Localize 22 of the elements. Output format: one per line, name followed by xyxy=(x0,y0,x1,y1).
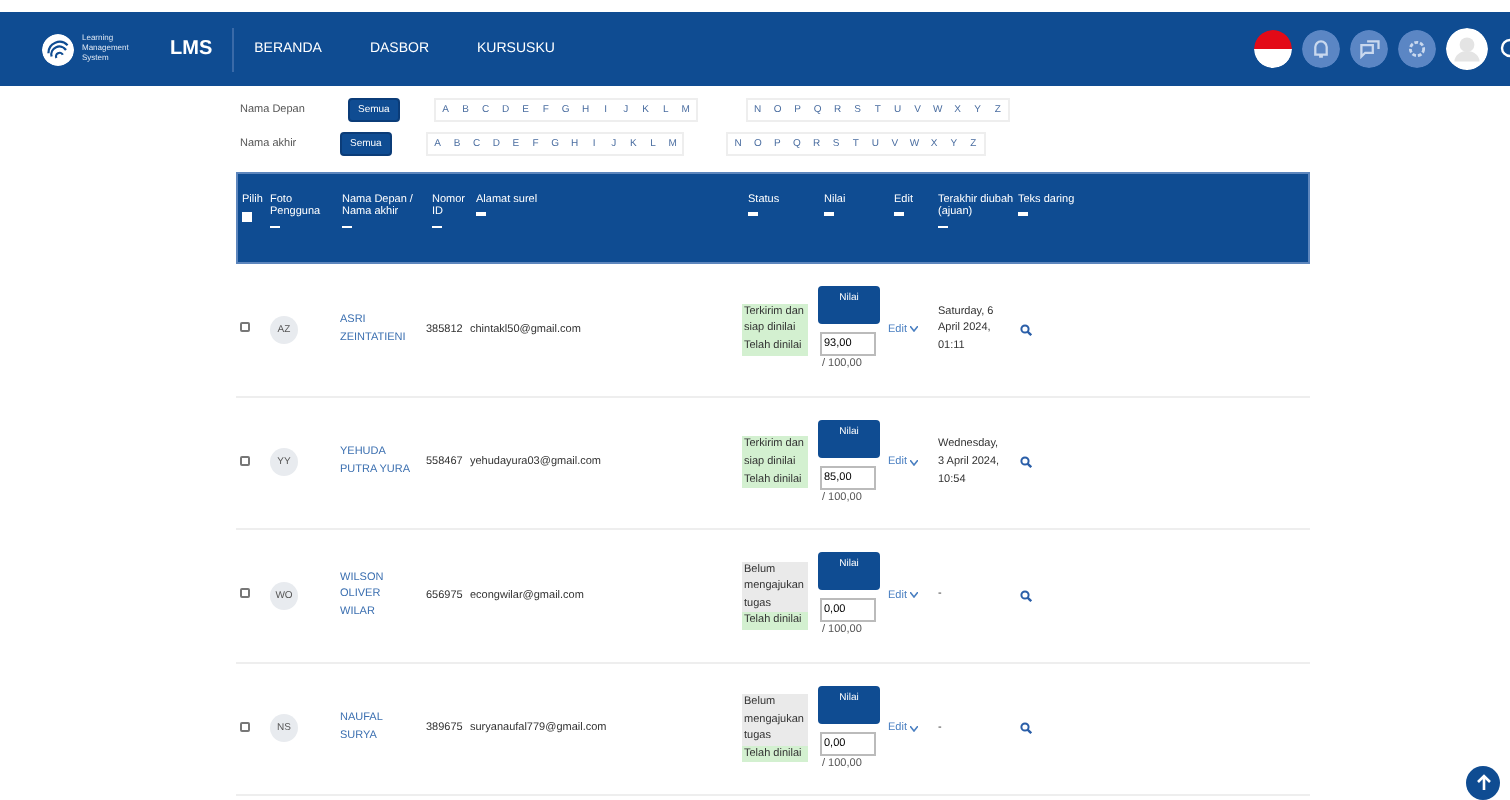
bell-icon[interactable] xyxy=(1302,30,1340,68)
chat-icon[interactable] xyxy=(1350,30,1388,68)
back-to-top-button[interactable] xyxy=(1466,766,1500,800)
caret-icon[interactable] xyxy=(910,725,919,732)
search-icon[interactable] xyxy=(1020,456,1032,469)
row-checkbox[interactable] xyxy=(240,588,250,599)
arrow-up-icon xyxy=(1475,774,1491,792)
caret-icon[interactable] xyxy=(910,592,919,599)
search-icon[interactable] xyxy=(1020,589,1032,602)
row-checkbox[interactable] xyxy=(240,455,250,466)
brand-name[interactable]: LMS xyxy=(170,27,235,71)
avatar-icon[interactable] xyxy=(1446,28,1488,70)
settings-icon[interactable] xyxy=(1398,30,1436,68)
caret-icon[interactable] xyxy=(910,459,919,466)
select-all-checkbox[interactable] xyxy=(242,212,252,223)
row-checkbox[interactable] xyxy=(240,322,250,333)
search-icon[interactable] xyxy=(1020,323,1032,336)
flag-icon[interactable] xyxy=(1254,30,1292,68)
search-icon[interactable] xyxy=(1020,722,1032,735)
logo-icon xyxy=(42,33,74,65)
caret-icon[interactable] xyxy=(910,326,919,333)
row-checkbox[interactable] xyxy=(240,721,250,732)
